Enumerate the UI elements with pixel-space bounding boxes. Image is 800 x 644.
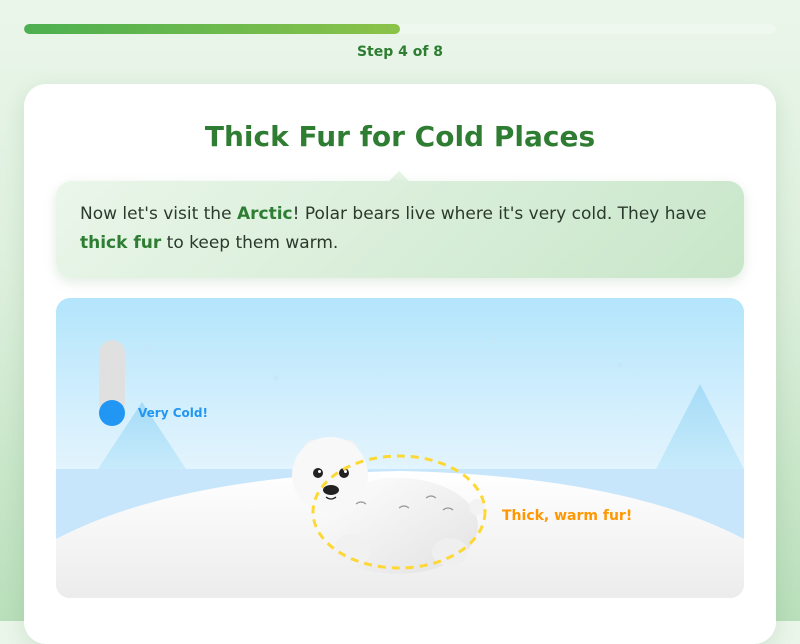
fur-callout: Thick, warm fur!: [502, 508, 633, 524]
speech-bubble: Now let's visit the Arctic! Polar bears …: [56, 181, 744, 278]
message-text: Now let's visit the: [80, 204, 237, 224]
progress-fill: [24, 24, 400, 34]
progress-bar: [24, 24, 776, 34]
step-indicator: Step 4 of 8: [356, 44, 444, 60]
message-text: to keep them warm.: [161, 233, 339, 253]
iceberg-right: [656, 384, 744, 469]
highlight-thick-fur: thick fur: [80, 233, 162, 253]
arctic-scene: Very Cold! Thick, warm fur!: [56, 298, 744, 598]
lesson-card: Thick Fur for Cold Places Now let's visi…: [24, 84, 776, 644]
highlight-arctic: Arctic: [236, 204, 293, 224]
message-text: ! Polar bears live where it's very cold.…: [292, 204, 707, 224]
snowflakes: [145, 337, 623, 381]
temperature-label: Very Cold!: [138, 406, 208, 420]
lesson-title: Thick Fur for Cold Places: [204, 120, 596, 153]
thermometer-icon: [99, 340, 125, 426]
arctic-illustration: [56, 337, 744, 598]
